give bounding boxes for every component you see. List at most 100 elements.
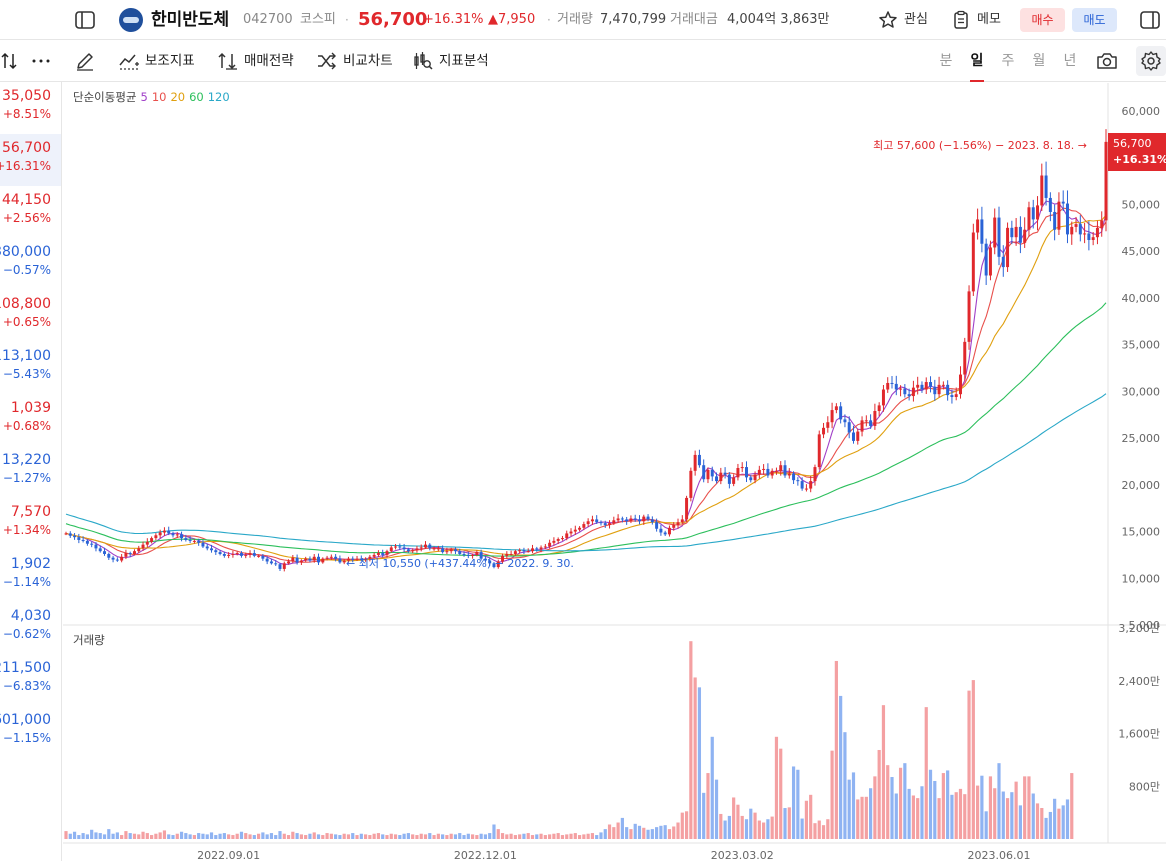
date-tick-label: 2023.03.02 <box>711 849 774 861</box>
volume-bar <box>201 833 205 839</box>
volume-bar <box>94 832 98 839</box>
watchlist-item[interactable]: 601,000 −1.15% <box>0 706 61 758</box>
camera-icon[interactable] <box>1096 51 1118 71</box>
volume-bar <box>291 831 295 839</box>
sort-icon[interactable] <box>0 50 20 72</box>
volume-bar <box>817 820 821 839</box>
volume-bar <box>753 812 757 839</box>
candle-body <box>659 528 663 533</box>
candle-body <box>809 481 813 489</box>
volume-bar <box>179 831 184 839</box>
volume-bar <box>625 827 629 839</box>
volume-bar <box>967 690 971 839</box>
volume-bar <box>342 833 346 839</box>
sell-button[interactable]: 매도 <box>1072 8 1117 32</box>
watchlist-item[interactable]: 13,220 −1.27% <box>0 446 61 498</box>
stock-name[interactable]: 한미반도체 <box>151 0 229 40</box>
volume-bar <box>167 834 171 839</box>
period-week-tab[interactable]: 주 <box>998 40 1018 82</box>
indicator-button[interactable]: 보조지표 <box>118 40 195 82</box>
candle-body <box>719 472 723 482</box>
volume-bar <box>85 834 89 839</box>
volume-bar <box>184 833 188 839</box>
price-tick-label: 45,000 <box>1122 245 1161 258</box>
candle-body <box>578 527 582 530</box>
candle-body <box>745 467 748 478</box>
candle-body <box>988 247 992 276</box>
candle-body <box>1031 207 1035 220</box>
strategy-button[interactable]: 매매전략 <box>217 40 294 82</box>
watchlist-item[interactable]: 380,000 −0.57% <box>0 238 61 290</box>
candle-body <box>1078 224 1082 235</box>
period-day-tab[interactable]: 일 <box>967 40 987 82</box>
volume-bar <box>227 834 231 839</box>
candle-body <box>274 563 278 565</box>
period-minute-tab[interactable]: 분 <box>936 40 956 82</box>
volume-bar <box>385 835 389 839</box>
volume-bar <box>111 833 115 839</box>
candle-body <box>916 384 920 388</box>
candle-body <box>312 556 316 561</box>
candle-body <box>411 550 415 552</box>
candle-body <box>984 243 988 276</box>
period-year-tab[interactable]: 년 <box>1060 40 1080 82</box>
candle-body <box>685 497 689 520</box>
candle-body <box>616 518 620 521</box>
watchlist-button[interactable]: 관심 <box>878 7 928 33</box>
chart-settings-button[interactable] <box>1136 46 1166 76</box>
volume-bar <box>637 825 642 839</box>
moving-average-legend[interactable]: 단순이동평균 5 10 20 60 120 <box>73 89 234 105</box>
panel-toggle-right-icon[interactable] <box>1138 7 1164 33</box>
drawing-pen-icon[interactable] <box>74 50 96 72</box>
compare-chart-button[interactable]: 비교차트 <box>316 40 393 82</box>
volume-bar <box>274 835 278 839</box>
watchlist-item[interactable]: 211,500 −6.83% <box>0 654 61 706</box>
volume-bar <box>560 835 565 839</box>
analysis-button[interactable]: 지표분석 <box>412 40 489 82</box>
volume-bar <box>479 833 483 839</box>
candle-body <box>689 470 693 498</box>
volume-bar <box>1018 805 1023 839</box>
watchlist-item[interactable]: 35,050 +8.51% <box>0 82 61 134</box>
candle-body <box>64 533 68 535</box>
volume-bar <box>702 792 706 839</box>
watchlist-item[interactable]: 4,030 −0.62% <box>0 602 61 654</box>
candle-body <box>539 547 543 550</box>
volume-bar <box>732 797 736 839</box>
candle-body <box>783 465 787 476</box>
candle-body <box>167 530 171 534</box>
volume-bar <box>650 829 654 839</box>
volume-bar <box>847 779 851 839</box>
volume-bar <box>295 833 299 839</box>
volume-bar <box>573 833 577 839</box>
candle-body <box>531 548 534 552</box>
candle-body <box>830 410 834 423</box>
price-chart[interactable]: 60,00055,00050,00045,00040,00035,00030,0… <box>63 83 1166 861</box>
strategy-icon <box>218 52 237 70</box>
volume-bar <box>907 788 911 839</box>
panel-toggle-left-icon[interactable] <box>72 7 98 33</box>
volume-bar <box>680 812 684 839</box>
candle-body <box>560 538 564 540</box>
watchlist-item[interactable]: 56,700 +16.31% <box>0 134 61 186</box>
volume-bar <box>102 834 107 839</box>
watchlist-item[interactable]: 113,100 −5.43% <box>0 342 61 394</box>
watchlist-item[interactable]: 7,570 +1.34% <box>0 498 61 550</box>
candle-body <box>586 521 590 525</box>
candle-body <box>1040 175 1044 206</box>
candle-body <box>321 558 325 563</box>
watchlist-item[interactable]: 108,800 +0.65% <box>0 290 61 342</box>
candle-body <box>85 540 89 544</box>
watchlist-item[interactable]: 44,150 +2.56% <box>0 186 61 238</box>
candle-body <box>141 544 145 549</box>
candle-body <box>222 553 226 556</box>
period-month-tab[interactable]: 월 <box>1029 40 1049 82</box>
memo-button[interactable]: 메모 <box>951 7 1001 33</box>
candle-body <box>188 539 192 541</box>
volume-bar <box>766 819 770 839</box>
more-options-icon[interactable] <box>30 50 52 72</box>
buy-button[interactable]: 매수 <box>1020 8 1065 32</box>
watchlist-item[interactable]: 1,902 −1.14% <box>0 550 61 602</box>
candle-body <box>573 529 577 532</box>
watchlist-item[interactable]: 1,039 +0.68% <box>0 394 61 446</box>
